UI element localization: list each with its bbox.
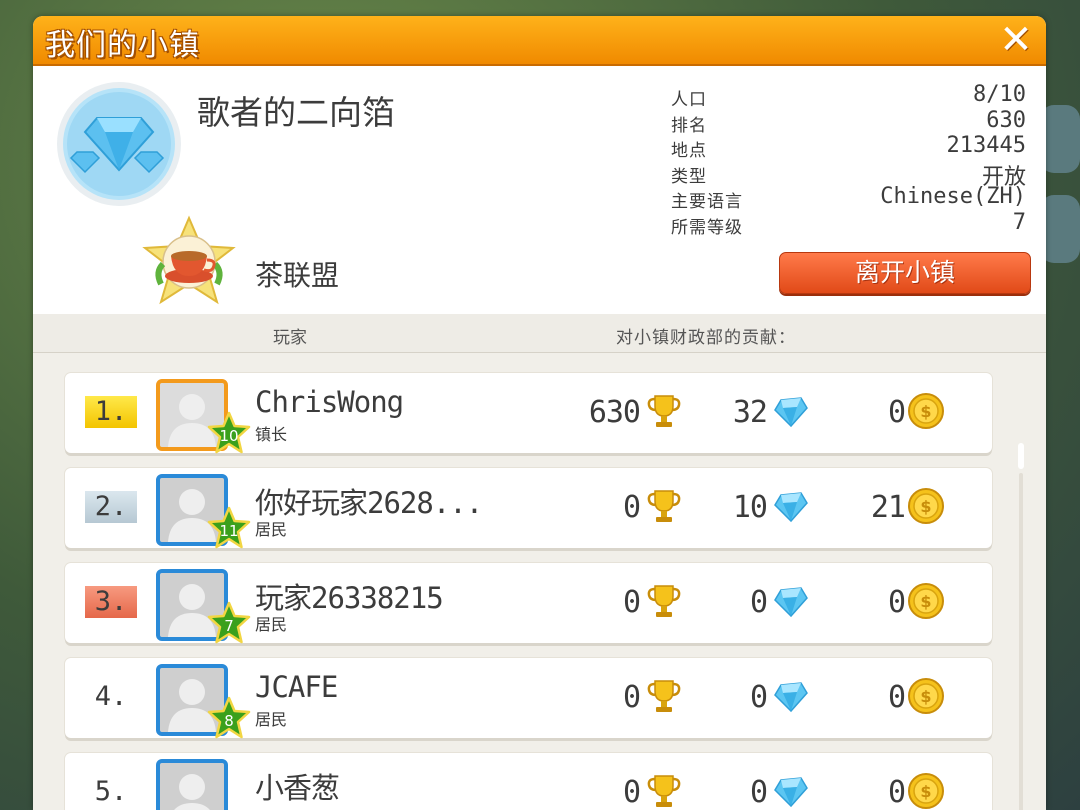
contribution-column-header: 对小镇财政部的贡献：	[616, 328, 796, 348]
diamond-icon	[774, 587, 808, 618]
player-role: 居民	[255, 710, 288, 729]
stat-value: 8/10	[973, 82, 1026, 107]
rank-badge: 1.	[85, 396, 137, 428]
diamond-icon	[774, 492, 808, 523]
stat-label: 类型	[671, 166, 707, 187]
trophy-icon	[647, 775, 681, 807]
stat-label: 所需等级	[671, 217, 743, 238]
trophy-count: 630	[588, 395, 641, 430]
coin-count: 0	[887, 775, 906, 810]
tea-cup-icon	[142, 215, 236, 305]
svg-text:$: $	[920, 687, 931, 706]
scrollbar-track[interactable]	[1019, 473, 1023, 810]
player-role: 居民	[255, 520, 288, 539]
stat-language: 主要语言 Chinese(ZH)	[671, 184, 1026, 212]
diamond-count: 0	[749, 775, 768, 810]
level-star-icon: 8	[207, 696, 251, 739]
coin-icon: $	[908, 393, 944, 429]
svg-text:$: $	[920, 782, 931, 801]
coin-icon: $	[908, 773, 944, 809]
trophy-count: 0	[622, 680, 641, 715]
avatar[interactable]	[156, 759, 228, 810]
title-bar: 我们的小镇 ✕	[33, 16, 1046, 66]
player-name[interactable]: JCAFE	[255, 670, 338, 704]
diamond-count: 10	[732, 490, 768, 525]
coin-count: 0	[887, 395, 906, 430]
player-column-header: 玩家	[273, 328, 307, 348]
player-row[interactable]: 4. 8 JCAFE 居民 0 0 0 $	[65, 658, 992, 739]
trophy-icon	[647, 490, 681, 522]
trophy-icon	[647, 395, 681, 427]
trophy-count: 0	[622, 775, 641, 810]
trophy-count: 0	[622, 585, 641, 620]
stat-label: 人口	[671, 90, 707, 110]
level-number: 8	[224, 712, 234, 730]
table-header: 玩家 对小镇财政部的贡献：	[33, 314, 1046, 353]
diamond-icon	[774, 397, 808, 428]
stat-label: 主要语言	[671, 192, 743, 212]
svg-text:$: $	[920, 402, 931, 421]
player-row[interactable]: 5. 小香葱 0 0 0 $	[65, 753, 992, 810]
svg-text:$: $	[920, 497, 931, 516]
player-row[interactable]: 2. 11 你好玩家2628... 居民 0 10 21 $	[65, 468, 992, 549]
stat-type: 类型 开放	[671, 159, 1026, 190]
alliance-name: 茶联盟	[255, 259, 340, 292]
stat-value: Chinese(ZH)	[880, 184, 1026, 209]
avatar-silhouette-icon	[174, 774, 210, 810]
player-row[interactable]: 3. 7 玩家26338215 居民 0 0 0 $	[65, 563, 992, 644]
player-name[interactable]: 你好玩家2628...	[255, 480, 483, 522]
scrollbar-thumb[interactable]	[1018, 443, 1024, 469]
trophy-icon	[647, 680, 681, 712]
trophy-count: 0	[622, 490, 641, 525]
coin-count: 0	[887, 585, 906, 620]
window-title: 我们的小镇	[45, 28, 200, 63]
stat-value: 630	[986, 107, 1026, 133]
diamond-count: 32	[732, 395, 768, 430]
player-list[interactable]: 1. 10 ChrisWong 镇长 630 32 0 $ 2. 11 你好玩家…	[33, 353, 1046, 810]
stat-label: 地点	[671, 141, 707, 161]
leave-town-button[interactable]: 离开小镇	[779, 252, 1031, 294]
town-panel: 我们的小镇 ✕ 歌者的二向箔 人口 8/10 排名 630 地点 213445 …	[33, 16, 1046, 810]
stat-population: 人口 8/10	[671, 82, 1026, 110]
side-menu-button	[1040, 195, 1080, 263]
rank-badge: 4.	[94, 681, 128, 712]
coin-count: 0	[887, 680, 906, 715]
stat-value: 213445	[946, 133, 1026, 158]
level-star-icon: 7	[207, 601, 251, 644]
stat-required-level: 所需等级 7	[671, 209, 1026, 238]
level-number: 10	[219, 427, 238, 445]
diamond-count: 0	[749, 585, 768, 620]
diamond-town-icon	[57, 82, 181, 206]
coin-count: 21	[870, 490, 906, 525]
diamond-icon	[774, 777, 808, 808]
player-name[interactable]: 小香葱	[255, 765, 340, 807]
close-button[interactable]: ✕	[996, 20, 1036, 60]
coin-icon: $	[908, 488, 944, 524]
stat-value: 7	[1012, 209, 1026, 235]
stat-ranking: 排名 630	[671, 107, 1026, 136]
trophy-icon	[647, 585, 681, 617]
rank-badge: 2.	[85, 491, 137, 523]
stat-location: 地点 213445	[671, 133, 1026, 161]
level-star-icon: 11	[207, 506, 251, 549]
diamond-icon	[774, 682, 808, 713]
coin-icon: $	[908, 583, 944, 619]
player-name[interactable]: ChrisWong	[255, 385, 404, 419]
coin-icon: $	[908, 678, 944, 714]
level-number: 11	[219, 522, 238, 540]
side-menu-button	[1040, 105, 1080, 173]
svg-text:$: $	[920, 592, 931, 611]
stat-label: 排名	[671, 115, 707, 136]
level-star-icon: 10	[207, 411, 251, 454]
player-role: 镇长	[255, 425, 288, 444]
rank-badge: 3.	[85, 586, 137, 618]
rank-badge: 5.	[94, 776, 128, 807]
player-role: 居民	[255, 615, 288, 634]
town-name: 歌者的二向箔	[197, 93, 395, 132]
player-row[interactable]: 1. 10 ChrisWong 镇长 630 32 0 $	[65, 373, 992, 454]
diamond-count: 0	[749, 680, 768, 715]
town-stats: 人口 8/10 排名 630 地点 213445 类型 开放 主要语言 Chin…	[671, 82, 1026, 238]
level-number: 7	[224, 617, 234, 635]
